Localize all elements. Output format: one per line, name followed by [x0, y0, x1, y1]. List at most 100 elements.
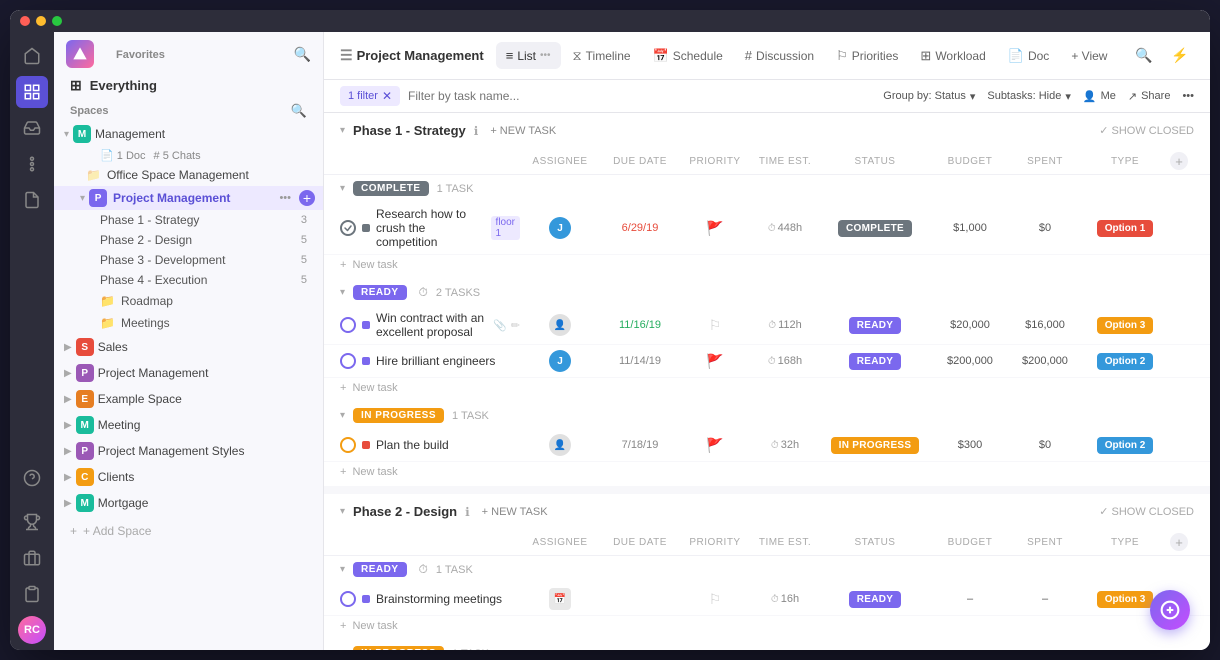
- group-by-btn[interactable]: Group by: Status ▾: [883, 90, 975, 103]
- task-priority[interactable]: 🚩: [680, 220, 750, 237]
- phase-strategy-show-closed[interactable]: ✓ SHOW CLOSED: [1099, 124, 1194, 137]
- home-icon[interactable]: [16, 40, 48, 72]
- question-icon[interactable]: [16, 462, 48, 494]
- pm-styles-space[interactable]: ▶ P Project Management Styles: [54, 438, 323, 464]
- sales-space[interactable]: ▶ S Sales: [54, 334, 323, 360]
- pm-collapse-arrow[interactable]: ▾: [80, 193, 85, 204]
- phase-design-info[interactable]: ℹ: [465, 505, 470, 519]
- list-more-icon[interactable]: •••: [540, 50, 551, 61]
- example-space[interactable]: ▶ E Example Space: [54, 386, 323, 412]
- phase-development-item[interactable]: Phase 3 - Development 5: [54, 250, 323, 270]
- task-due-date[interactable]: 6/29/19: [600, 222, 680, 234]
- task-priority[interactable]: 🚩: [680, 437, 750, 454]
- user-avatar-icon[interactable]: RC: [16, 614, 48, 646]
- tab-discussion[interactable]: # Discussion: [735, 42, 824, 69]
- roadmap-folder[interactable]: 📁 Roadmap: [54, 290, 323, 312]
- lightning-btn[interactable]: ⚡: [1166, 42, 1194, 70]
- chat-count[interactable]: # 5 Chats: [154, 150, 201, 162]
- maximize-dot[interactable]: [52, 16, 62, 26]
- ready-group-header[interactable]: ▾ READY ⏱ 2 TASKS: [324, 279, 1210, 306]
- task-assignee[interactable]: 👤: [520, 434, 600, 456]
- tab-add-view[interactable]: + View: [1061, 43, 1117, 69]
- mortgage-space[interactable]: ▶ M Mortgage: [54, 490, 323, 516]
- new-task-btn-in-progress[interactable]: +New task: [324, 462, 1210, 482]
- task-status[interactable]: READY: [820, 353, 930, 370]
- task-type[interactable]: Option 3: [1080, 317, 1170, 334]
- phase-design-collapse[interactable]: ▾: [340, 506, 345, 517]
- meetings-folder[interactable]: 📁 Meetings: [54, 312, 323, 334]
- tab-timeline[interactable]: ⧖ Timeline: [563, 42, 641, 70]
- task-due-date[interactable]: 11/16/19: [600, 319, 680, 331]
- phase-design-show-closed[interactable]: ✓ SHOW CLOSED: [1099, 505, 1194, 518]
- task-due-date[interactable]: 7/18/19: [600, 439, 680, 451]
- ready-collapse[interactable]: ▾: [340, 287, 345, 298]
- phase-strategy-item[interactable]: Phase 1 - Strategy 3: [54, 210, 323, 230]
- new-task-btn-ready-d[interactable]: +New task: [324, 616, 1210, 636]
- pm-add-btn[interactable]: +: [299, 190, 315, 206]
- task-name[interactable]: Research how to crush the competition fl…: [376, 207, 520, 249]
- close-dot[interactable]: [20, 16, 30, 26]
- briefcase-icon[interactable]: [16, 542, 48, 574]
- phase-strategy-info[interactable]: ℹ: [474, 124, 479, 138]
- clipboard-icon[interactable]: [16, 578, 48, 610]
- search-btn[interactable]: 🔍: [1130, 42, 1158, 70]
- task-checkbox[interactable]: [340, 591, 356, 607]
- task-name[interactable]: Win contract with an excellent proposal …: [376, 311, 520, 339]
- everything-item[interactable]: ⊞ Everything: [54, 72, 323, 99]
- task-checkbox[interactable]: [340, 353, 356, 369]
- complete-collapse[interactable]: ▾: [340, 183, 345, 194]
- management-space[interactable]: ▾ M Management: [54, 121, 323, 147]
- filter-input[interactable]: [408, 89, 875, 103]
- add-space-btn[interactable]: + + Add Space: [54, 516, 323, 546]
- task-checkbox[interactable]: [340, 220, 356, 236]
- task-assignee[interactable]: 👤: [520, 314, 600, 336]
- pm-more-btn[interactable]: •••: [275, 190, 295, 206]
- ready-design-collapse[interactable]: ▾: [340, 564, 345, 575]
- phase-strategy-collapse[interactable]: ▾: [340, 125, 345, 136]
- task-name[interactable]: Hire brilliant engineers: [376, 354, 520, 368]
- in-progress-group-header[interactable]: ▾ IN PROGRESS 1 TASK: [324, 402, 1210, 429]
- task-name[interactable]: Plan the build: [376, 438, 520, 452]
- ready-group-design-header[interactable]: ▾ READY ⏱ 1 TASK: [324, 556, 1210, 583]
- phase-design-add[interactable]: + NEW TASK: [482, 506, 548, 518]
- task-checkbox[interactable]: [340, 317, 356, 333]
- clients-space[interactable]: ▶ C Clients: [54, 464, 323, 490]
- task-status[interactable]: READY: [820, 317, 930, 334]
- office-space-item[interactable]: 📁 Office Space Management: [54, 164, 323, 186]
- task-type[interactable]: Option 2: [1080, 353, 1170, 370]
- task-status[interactable]: READY: [820, 591, 930, 608]
- task-name[interactable]: Brainstorming meetings: [376, 592, 520, 606]
- task-type[interactable]: Option 2: [1080, 437, 1170, 454]
- sidebar-search-icon[interactable]: 🔍: [294, 46, 311, 63]
- inbox-icon[interactable]: [16, 112, 48, 144]
- task-assignee[interactable]: J: [520, 217, 600, 239]
- task-priority[interactable]: 🚩: [680, 353, 750, 370]
- more-btn[interactable]: •••: [1182, 90, 1194, 102]
- tab-list[interactable]: ≡ List •••: [496, 42, 561, 69]
- add-col-btn-d[interactable]: +: [1170, 533, 1188, 551]
- doc-count[interactable]: 📄 1 Doc: [100, 149, 146, 162]
- management-collapse[interactable]: ▾: [64, 129, 69, 140]
- new-task-btn-ready[interactable]: +New task: [324, 378, 1210, 398]
- tab-schedule[interactable]: 📅 Schedule: [643, 42, 733, 70]
- phase-execution-item[interactable]: Phase 4 - Execution 5: [54, 270, 323, 290]
- filter-close-btn[interactable]: ✕: [382, 89, 392, 103]
- phase-strategy-add[interactable]: + NEW TASK: [490, 125, 556, 137]
- new-task-btn-complete[interactable]: +New task: [324, 255, 1210, 275]
- meeting-space[interactable]: ▶ M Meeting: [54, 412, 323, 438]
- task-checkbox[interactable]: [340, 437, 356, 453]
- in-progress-collapse[interactable]: ▾: [340, 410, 345, 421]
- project-mgmt-row[interactable]: ▾ P Project Management ••• +: [54, 186, 323, 210]
- task-assignee[interactable]: 📅: [520, 588, 600, 610]
- share-btn[interactable]: ↗ Share: [1128, 90, 1171, 103]
- task-priority[interactable]: ⚐: [680, 317, 750, 334]
- fab-button[interactable]: [1150, 590, 1190, 630]
- complete-group-header[interactable]: ▾ COMPLETE 1 TASK: [324, 175, 1210, 202]
- task-status[interactable]: COMPLETE: [820, 220, 930, 237]
- task-priority[interactable]: ⚐: [680, 591, 750, 608]
- filter-badge[interactable]: 1 filter ✕: [340, 86, 400, 106]
- task-type[interactable]: Option 1: [1080, 220, 1170, 237]
- tab-workload[interactable]: ⊞ Workload: [910, 42, 995, 70]
- task-status[interactable]: IN PROGRESS: [820, 437, 930, 454]
- phase-design-item[interactable]: Phase 2 - Design 5: [54, 230, 323, 250]
